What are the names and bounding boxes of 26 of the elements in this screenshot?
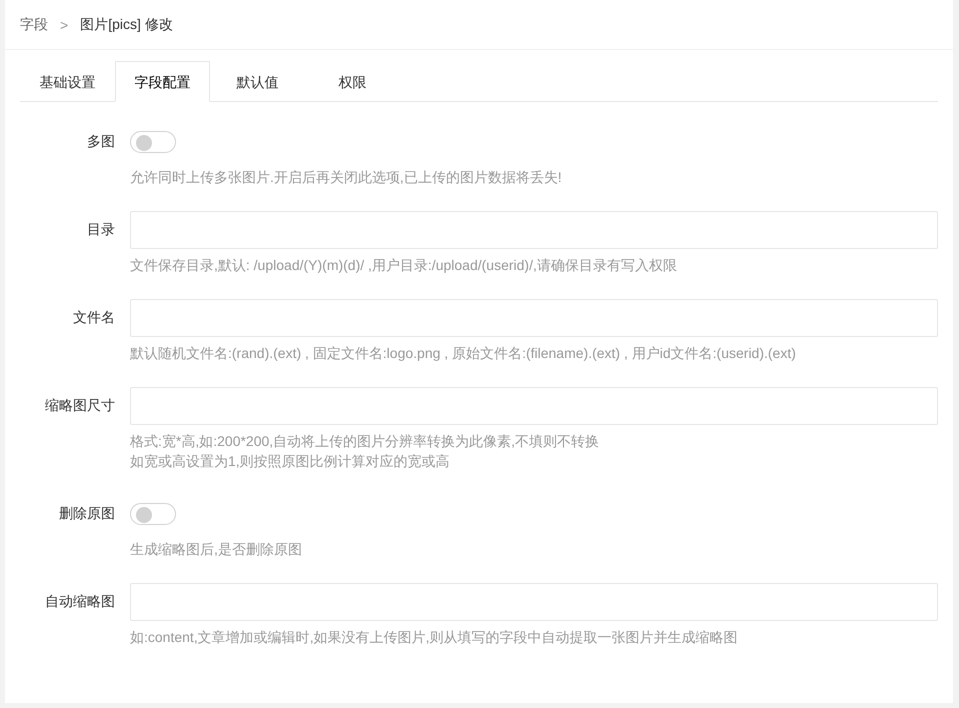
tab[interactable]: 字段配置 xyxy=(115,61,210,102)
field-hint: 如宽或高设置为1,则按照原图比例计算对应的宽或高 xyxy=(130,452,451,471)
toggle-switch[interactable] xyxy=(130,131,176,153)
text-field[interactable] xyxy=(130,211,938,249)
field-hint: 如:content,文章增加或编辑时,如果没有上传图片,则从填写的字段中自动提取一张图片并生成缩略图 xyxy=(130,628,738,647)
breadcrumb-current: 图片[pics] 修改 xyxy=(80,16,173,34)
text-field[interactable] xyxy=(130,387,938,425)
tab[interactable]: 默认值 xyxy=(210,61,305,102)
toggle-switch[interactable] xyxy=(130,503,176,525)
field-hint: 允许同时上传多张图片.开启后再关闭此选项,已上传的图片数据将丢失! xyxy=(130,168,563,187)
text-field[interactable] xyxy=(130,299,938,337)
field-hint: 文件保存目录,默认: /upload/(Y)(m)(d)/ ,用户目录:/upload/(userid)/,请确保目录有写入权限 xyxy=(130,256,678,275)
field-label: 自动缩略图 xyxy=(44,593,116,611)
field-label: 缩略图尺寸 xyxy=(44,397,116,415)
breadcrumb-separator: > xyxy=(60,16,68,32)
field-label: 多图 xyxy=(86,133,116,151)
breadcrumb-link[interactable]: 字段 xyxy=(20,16,48,34)
tab[interactable]: 权限 xyxy=(305,61,400,102)
field-hint: 格式:宽*高,如:200*200,自动将上传的图片分辨率转换为此像素,不填则不转换 xyxy=(130,432,600,451)
field-label: 文件名 xyxy=(72,309,116,327)
field-label: 目录 xyxy=(86,221,116,239)
text-field[interactable] xyxy=(130,583,938,621)
field-hint: 生成缩略图后,是否删除原图 xyxy=(130,540,303,559)
field-hint: 默认随机文件名:(rand).(ext) , 固定文件名:logo.png , 原始文件名:(filename).(ext) , 用户id文件名:(userid).(ext) xyxy=(130,344,797,363)
field-label: 删除原图 xyxy=(58,505,116,523)
tab[interactable]: 基础设置 xyxy=(20,61,115,102)
